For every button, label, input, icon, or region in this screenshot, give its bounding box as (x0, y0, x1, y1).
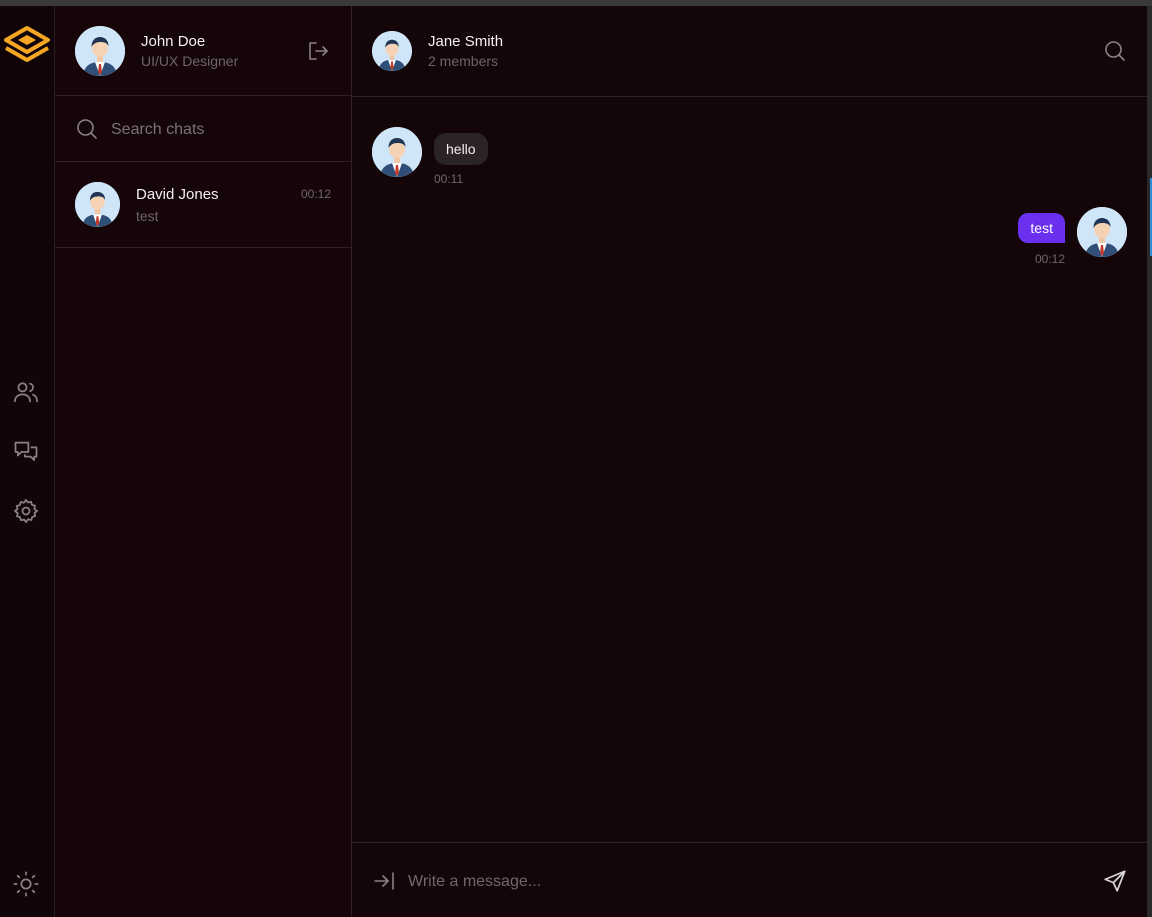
person-avatar-icon (75, 182, 120, 227)
app-logo-icon[interactable] (4, 26, 50, 66)
logout-icon[interactable] (306, 39, 330, 63)
chat-item-time: 00:12 (300, 187, 331, 201)
avatar (75, 182, 120, 227)
avatar[interactable] (372, 31, 412, 71)
message-time: 00:11 (434, 172, 464, 186)
search-icon[interactable] (1103, 39, 1127, 63)
message-bubble-outgoing[interactable]: test (1018, 213, 1065, 243)
send-icon[interactable] (1102, 868, 1128, 894)
conversation-header: Jane Smith 2 members (352, 6, 1147, 97)
chat-list-panel: John Doe UI/UX Designer Search chats Dav… (55, 6, 352, 917)
chat-item-name: David Jones (136, 186, 219, 203)
chats-icon[interactable] (12, 438, 40, 466)
chat-item-preview: test (136, 208, 159, 224)
message-time: 00:12 (1034, 252, 1065, 266)
message-composer: Write a message... (352, 842, 1147, 917)
current-user-header: John Doe UI/UX Designer (55, 6, 351, 96)
person-avatar-icon (1077, 207, 1127, 257)
conversation-pane: Jane Smith 2 members hello 00:11 test 00… (352, 6, 1147, 917)
message-input[interactable]: Write a message... (408, 873, 541, 891)
list-item[interactable]: David Jones test 00:12 (55, 162, 351, 248)
avatar[interactable] (1077, 207, 1127, 257)
settings-icon[interactable] (12, 497, 40, 525)
search-icon (77, 119, 97, 139)
nav-rail (0, 6, 55, 917)
window-right-edge (1147, 6, 1152, 917)
current-user-role: UI/UX Designer (141, 53, 239, 69)
avatar[interactable] (372, 127, 422, 177)
message-bubble-incoming[interactable]: hello (434, 133, 488, 165)
person-avatar-icon (372, 127, 422, 177)
chat-search[interactable]: Search chats (55, 96, 351, 162)
person-avatar-icon (372, 31, 412, 71)
arrow-to-line-icon[interactable] (372, 869, 396, 893)
person-avatar-icon (75, 26, 125, 76)
users-icon[interactable] (12, 378, 40, 406)
sun-icon[interactable] (12, 870, 40, 898)
conversation-members: 2 members (428, 53, 499, 69)
avatar[interactable] (75, 26, 125, 76)
current-user-name: John Doe (141, 33, 206, 50)
search-input[interactable]: Search chats (111, 121, 204, 139)
conversation-title: Jane Smith (428, 33, 504, 50)
